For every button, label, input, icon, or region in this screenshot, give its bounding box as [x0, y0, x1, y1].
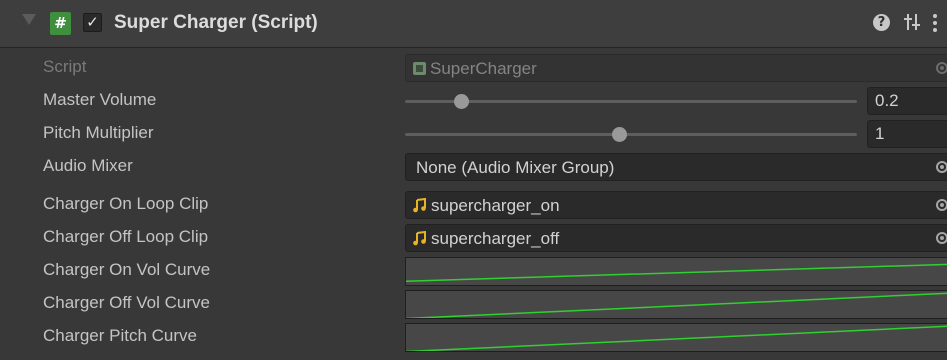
curve-preview — [406, 263, 947, 282]
field-row-script: Script SuperCharger — [0, 51, 947, 85]
component-header[interactable]: # ✓ Super Charger (Script) ? — [0, 0, 947, 48]
script-value: SuperCharger — [430, 59, 537, 78]
field-label: Pitch Multiplier — [43, 123, 154, 142]
field-label: Charger Off Loop Clip — [43, 227, 209, 246]
slider-thumb[interactable] — [454, 94, 469, 109]
charger-on-loop-clip-field[interactable]: supercharger_on — [405, 191, 947, 219]
field-label: Master Volume — [43, 90, 157, 109]
field-row-charger-off-loop-clip: Charger Off Loop Clip supercharger_off — [0, 221, 947, 255]
audio-clip-icon — [413, 198, 426, 213]
presets-icon[interactable] — [902, 12, 922, 32]
audio-mixer-object-field[interactable]: None (Audio Mixer Group) — [405, 153, 947, 181]
field-row-charger-on-vol-curve: Charger On Vol Curve — [0, 254, 947, 288]
foldout-arrow-icon[interactable] — [22, 14, 36, 25]
curve-line — [406, 263, 947, 282]
charger-off-loop-clip-field[interactable]: supercharger_off — [405, 224, 947, 252]
field-label: Charger Off Vol Curve — [43, 293, 210, 312]
field-label: Audio Mixer — [43, 156, 133, 175]
component-enabled-checkbox[interactable]: ✓ — [83, 13, 102, 32]
charger-on-vol-curve-field[interactable] — [405, 257, 947, 286]
help-icon[interactable]: ? — [873, 14, 890, 31]
audio-mixer-value: None (Audio Mixer Group) — [416, 158, 615, 177]
field-row-master-volume: Master Volume 0.2 — [0, 84, 947, 118]
script-icon: # — [50, 12, 71, 35]
field-row-audio-mixer: Audio Mixer None (Audio Mixer Group) — [0, 150, 947, 184]
object-picker-icon[interactable] — [936, 199, 947, 211]
curve-preview — [406, 325, 947, 351]
curve-line — [406, 325, 947, 351]
slider-thumb[interactable] — [612, 127, 628, 142]
field-row-charger-on-loop-clip: Charger On Loop Clip supercharger_on — [0, 188, 947, 222]
charger-pitch-curve-field[interactable] — [405, 323, 947, 352]
component-title: Super Charger (Script) — [114, 12, 318, 33]
kebab-menu-icon[interactable] — [932, 12, 938, 34]
master-volume-slider[interactable] — [405, 100, 857, 103]
object-picker-icon[interactable] — [936, 161, 947, 173]
charger-off-vol-curve-field[interactable] — [405, 290, 947, 319]
charger-on-loop-clip-value: supercharger_on — [431, 196, 560, 215]
field-label: Charger On Vol Curve — [43, 260, 211, 279]
curve-line — [406, 292, 947, 318]
object-picker-icon[interactable] — [936, 232, 947, 244]
field-row-pitch-multiplier: Pitch Multiplier 1 — [0, 117, 947, 151]
object-picker-icon — [936, 62, 947, 74]
curve-preview — [406, 292, 947, 318]
charger-off-loop-clip-value: supercharger_off — [431, 229, 560, 248]
audio-clip-icon — [413, 231, 426, 246]
field-label: Charger On Loop Clip — [43, 194, 209, 213]
field-label: Charger Pitch Curve — [43, 326, 198, 345]
script-object-field: SuperCharger — [405, 54, 947, 82]
field-row-charger-pitch-curve: Charger Pitch Curve — [0, 320, 947, 354]
pitch-multiplier-input[interactable]: 1 — [867, 120, 947, 148]
script-file-icon — [413, 62, 426, 75]
master-volume-input[interactable]: 0.2 — [867, 87, 947, 115]
field-label: Script — [43, 57, 87, 76]
pitch-multiplier-slider[interactable] — [405, 133, 857, 136]
field-row-charger-off-vol-curve: Charger Off Vol Curve — [0, 287, 947, 321]
